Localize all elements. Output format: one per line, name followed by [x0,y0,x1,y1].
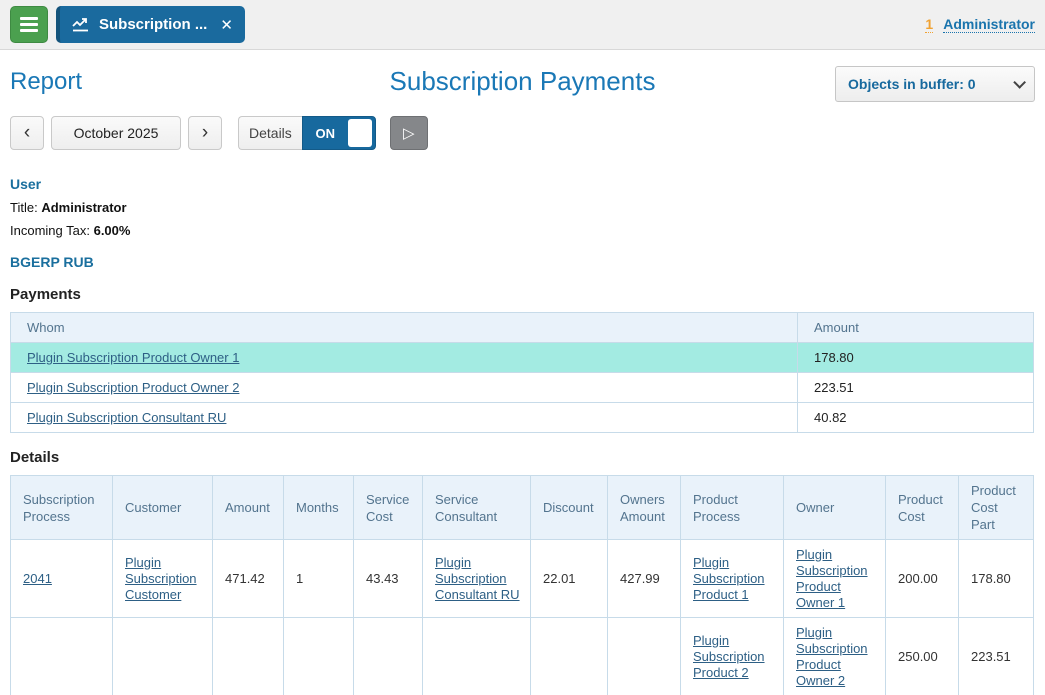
tax-label: Incoming Tax: [10,223,94,238]
payments-cell-whom: Plugin Subscription Consultant RU [11,403,798,433]
buffer-count-link[interactable]: 1 [925,16,933,33]
details-cell-link[interactable]: Plugin Subscription Product 2 [693,633,765,680]
toggle-knob[interactable] [348,119,372,147]
payments-cell-amount: 178.80 [798,343,1034,373]
details-column-header: Discount [531,476,608,540]
payments-row: Plugin Subscription Product Owner 1 178.8… [11,343,1034,373]
chevron-down-icon [1013,76,1026,89]
hamburger-icon [20,17,38,32]
details-column-header: Owners Amount [608,476,681,540]
details-column-header: Owner [784,476,886,540]
tax-line: Incoming Tax: 6.00% [10,223,1035,238]
user-menu-link[interactable]: Administrator [943,16,1035,33]
toolbar: ‹ October 2025 › Details ON ▷ [10,116,1035,150]
period-button[interactable]: October 2025 [51,116,181,150]
details-toggle-group: Details ON [238,116,376,150]
details-cell: 178.80 [959,540,1034,618]
tab-label: Subscription ... [99,16,207,33]
details-column-header: Product Process [681,476,784,540]
objects-buffer-label: Objects in buffer: 0 [848,76,976,92]
details-heading: Details [10,449,1035,466]
payment-whom-link[interactable]: Plugin Subscription Product Owner 2 [27,380,239,395]
details-cell: 427.99 [608,540,681,618]
details-column-header: Product Cost Part [959,476,1034,540]
toggle-state-text: ON [303,126,348,141]
payments-header-row: Whom Amount [11,313,1034,343]
prev-month-button[interactable]: ‹ [10,116,44,150]
close-icon[interactable]: ✕ [220,16,233,34]
details-cell: Plugin Subscription Consultant RU [423,540,531,618]
details-cell: Plugin Subscription Customer [113,540,213,618]
details-column-header: Months [284,476,354,540]
details-row: 2041Plugin Subscription Customer471.4214… [11,540,1034,618]
details-column-header: Customer [113,476,213,540]
details-cell-link[interactable]: Plugin Subscription Product Owner 2 [796,625,868,688]
details-cell-link[interactable]: Plugin Subscription Customer [125,555,197,602]
payments-row: Plugin Subscription Product Owner 2 223.5… [11,373,1034,403]
details-header-row: Subscription ProcessCustomerAmountMonths… [11,476,1034,540]
title-label: Title: [10,200,41,215]
details-cell-link[interactable]: Plugin Subscription Product Owner 1 [796,547,868,610]
details-cell [531,618,608,695]
title-line: Title: Administrator [10,200,1035,215]
top-bar: Subscription ... ✕ 1 Administrator [0,0,1045,50]
details-column-header: Service Cost [354,476,423,540]
objects-buffer-dropdown[interactable]: Objects in buffer: 0 [835,66,1035,102]
details-cell: Plugin Subscription Product Owner 2 [784,618,886,695]
payments-cell-whom: Plugin Subscription Product Owner 2 [11,373,798,403]
payments-cell-whom: Plugin Subscription Product Owner 1 [11,343,798,373]
details-table: Subscription ProcessCustomerAmountMonths… [10,475,1034,695]
details-cell-link[interactable]: Plugin Subscription Product 1 [693,555,765,602]
details-column-header: Service Consultant [423,476,531,540]
details-row: Plugin Subscription Product 2 Plugin Subs… [11,618,1034,695]
tab-subscription-payments[interactable]: Subscription ... ✕ [56,6,245,43]
payment-whom-link[interactable]: Plugin Subscription Product Owner 1 [27,350,239,365]
trend-chart-icon [72,18,90,32]
payments-column-whom: Whom [11,313,798,343]
menu-button[interactable] [10,6,48,43]
details-cell: Plugin Subscription Product Owner 1 [784,540,886,618]
payment-whom-link[interactable]: Plugin Subscription Consultant RU [27,410,226,425]
details-cell: 22.01 [531,540,608,618]
payments-cell-amount: 223.51 [798,373,1034,403]
user-section-heading: User [10,176,1035,192]
details-cell [608,618,681,695]
details-cell-link[interactable]: 2041 [23,571,52,586]
details-cell: 43.43 [354,540,423,618]
details-cell [113,618,213,695]
details-table-body: 2041Plugin Subscription Customer471.4214… [11,540,1034,695]
page-content: Report Subscription Payments Objects in … [0,66,1045,695]
details-cell: Plugin Subscription Product 2 [681,618,784,695]
payments-heading: Payments [10,286,1035,303]
details-cell-link[interactable]: Plugin Subscription Consultant RU [435,555,520,602]
payments-column-amount: Amount [798,313,1034,343]
details-cell [284,618,354,695]
details-cell: 200.00 [886,540,959,618]
details-cell: 250.00 [886,618,959,695]
currency-heading: BGERP RUB [10,254,1035,270]
details-cell [423,618,531,695]
details-column-header: Product Cost [886,476,959,540]
details-cell: 1 [284,540,354,618]
details-cell: 471.42 [213,540,284,618]
details-toggle[interactable]: ON [302,116,376,150]
tax-value: 6.00% [94,223,131,238]
details-cell [213,618,284,695]
title-value: Administrator [41,200,126,215]
details-cell: 223.51 [959,618,1034,695]
run-report-button[interactable]: ▷ [390,116,428,150]
details-toggle-label: Details [238,116,302,150]
details-cell [11,618,113,695]
details-cell [354,618,423,695]
details-column-header: Subscription Process [11,476,113,540]
payments-table: Whom Amount Plugin Subscription Product … [10,312,1034,433]
details-column-header: Amount [213,476,284,540]
payments-cell-amount: 40.82 [798,403,1034,433]
header-row: Report Subscription Payments Objects in … [10,66,1035,106]
details-cell: Plugin Subscription Product 1 [681,540,784,618]
payments-row: Plugin Subscription Consultant RU 40.82 [11,403,1034,433]
payments-table-body: Plugin Subscription Product Owner 1 178.8… [11,343,1034,433]
details-cell: 2041 [11,540,113,618]
next-month-button[interactable]: › [188,116,222,150]
